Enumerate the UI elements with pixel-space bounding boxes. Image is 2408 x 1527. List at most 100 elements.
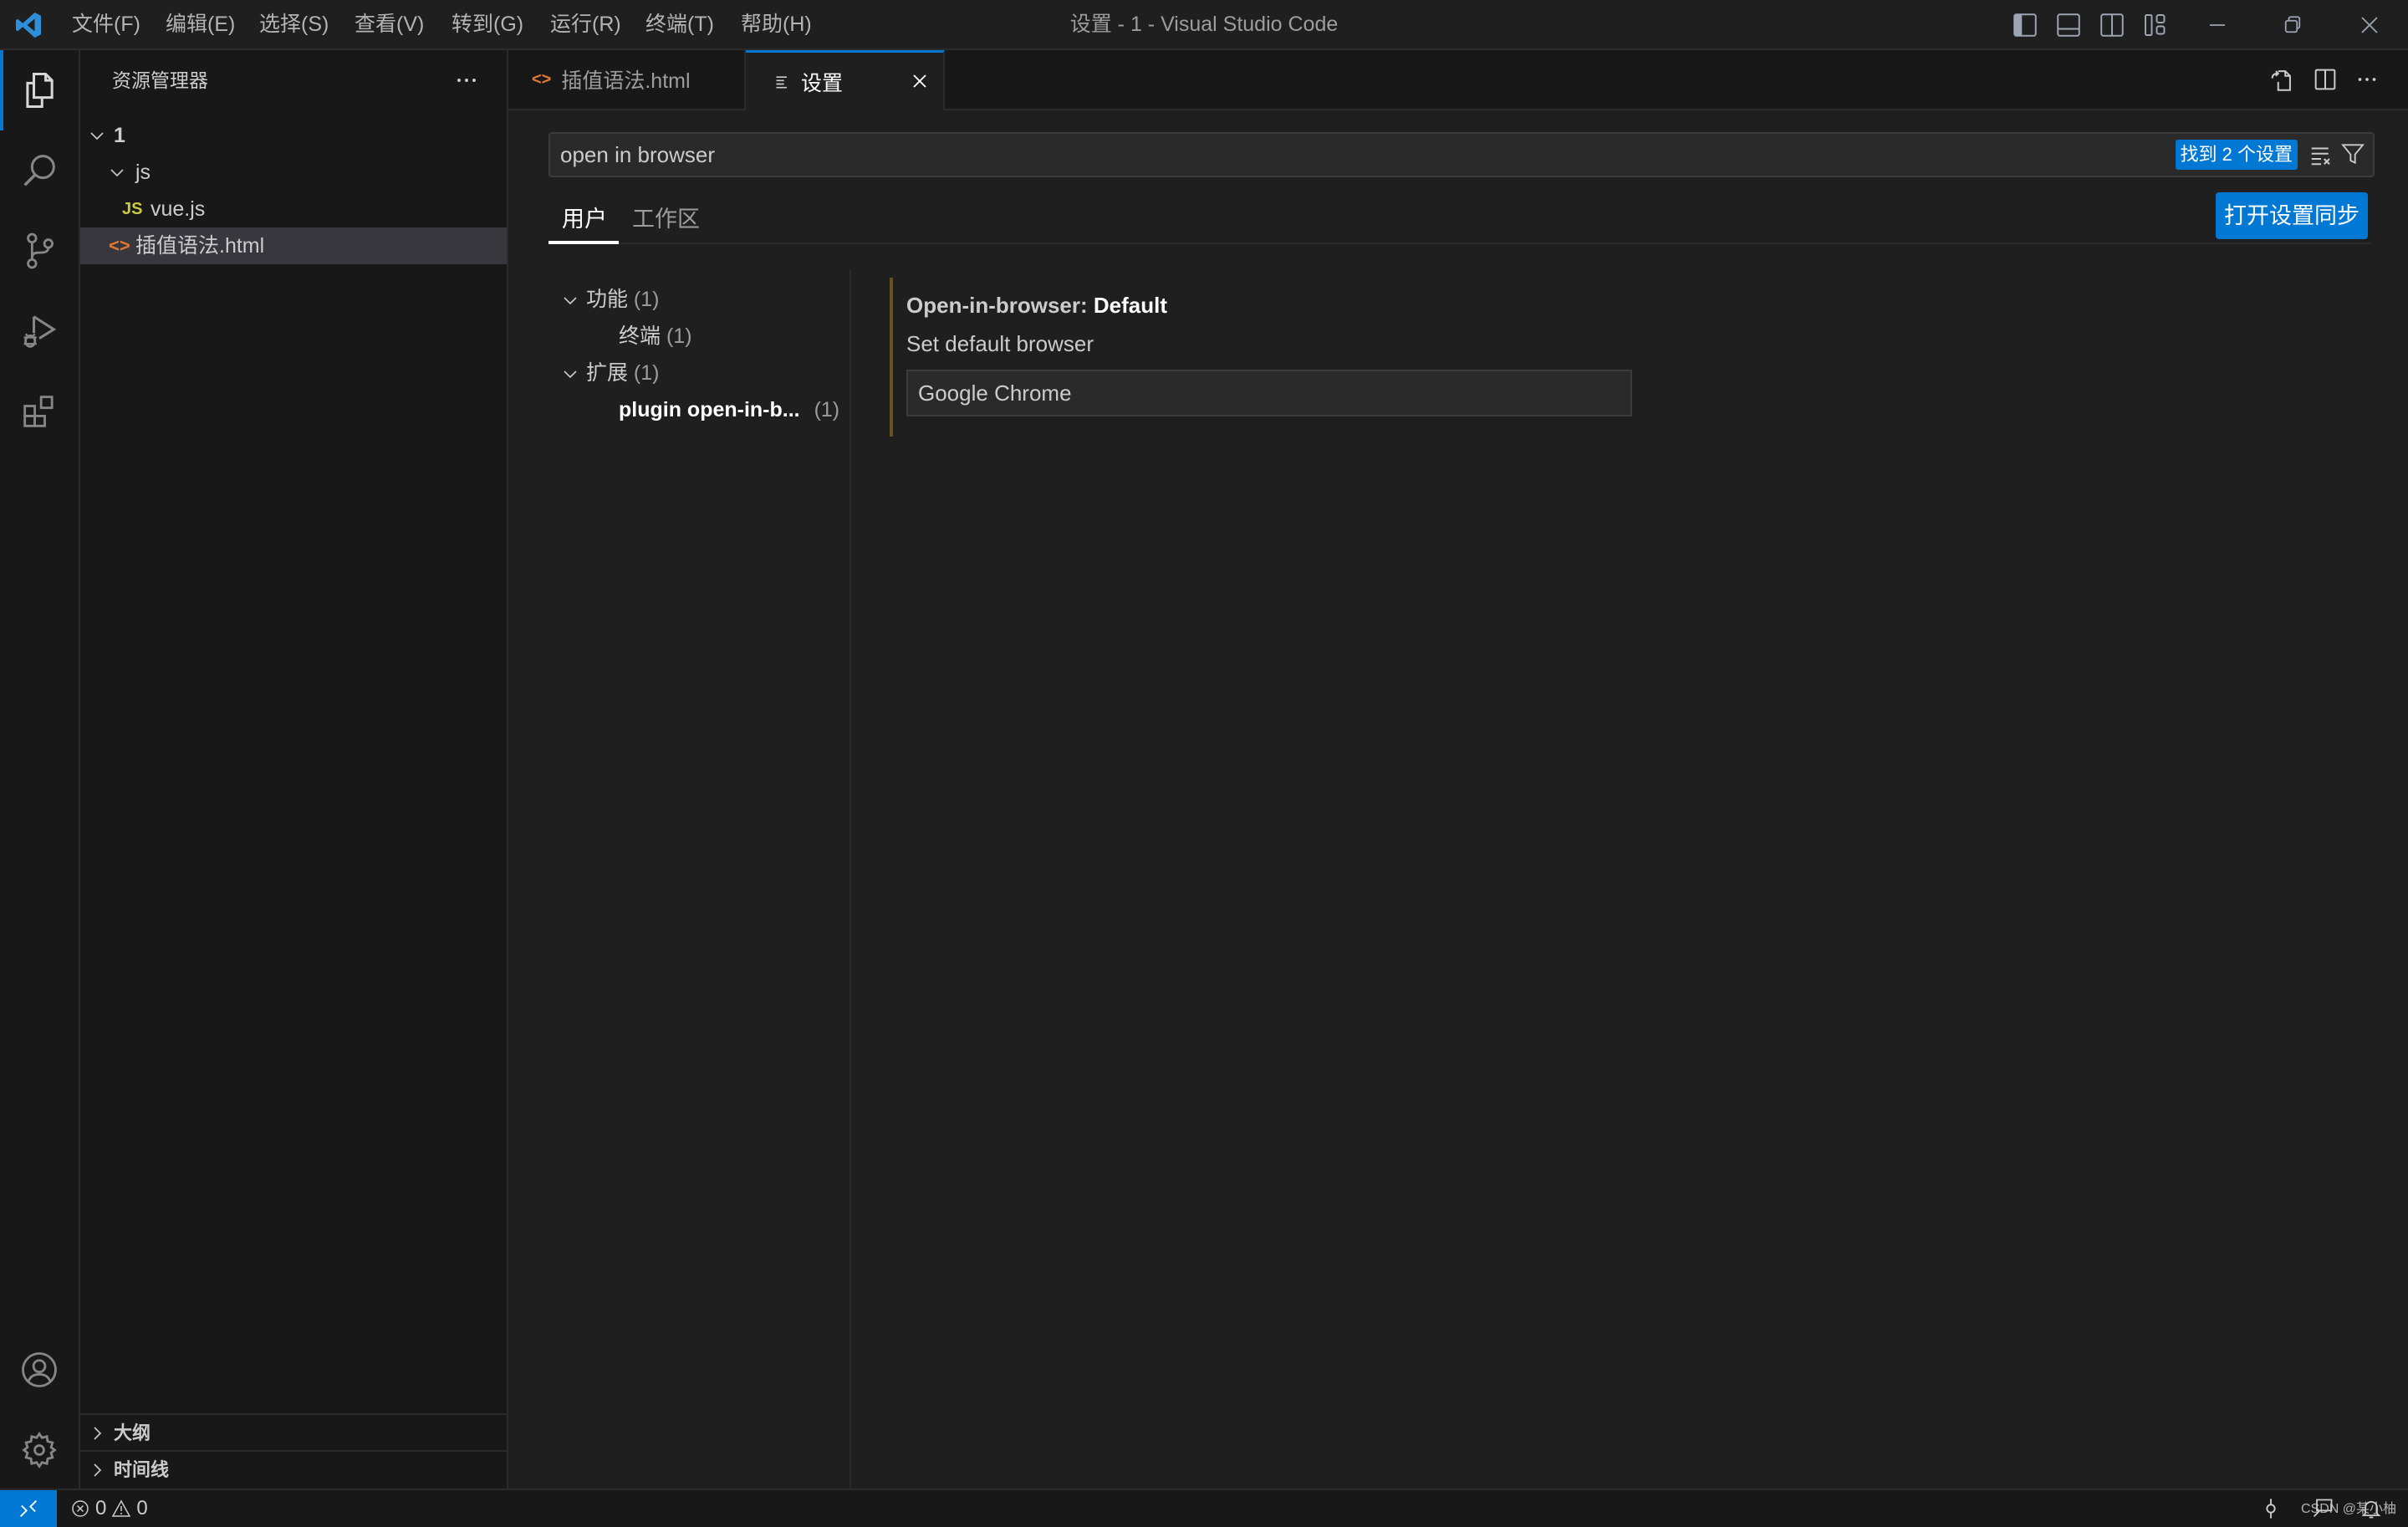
section-label: 时间线 <box>114 1459 170 1480</box>
run-debug-icon[interactable] <box>0 291 79 371</box>
settings-search-input[interactable] <box>560 134 1982 176</box>
menu-view[interactable]: 查看(V) <box>355 0 424 49</box>
git-commit-icon[interactable] <box>2259 1497 2283 1520</box>
results-count-badge: 找到 2 个设置 <box>2175 140 2298 170</box>
html-file-icon: <> <box>532 69 552 89</box>
section-timeline[interactable]: 时间线 <box>80 1450 507 1489</box>
menu-help[interactable]: 帮助(H) <box>741 0 812 49</box>
section-outline[interactable]: 大纲 <box>80 1413 507 1452</box>
manage-gear-icon[interactable] <box>0 1410 79 1490</box>
sidebar-title: 资源管理器 <box>112 69 208 91</box>
tree-item-label: js <box>135 161 151 184</box>
more-actions-icon[interactable] <box>2353 65 2381 94</box>
settings-editor: 找到 2 个设置 用户 工作区 打开设置同步 功能 (1) 终端 (1) 扩展 … <box>508 110 2408 1490</box>
scope-tab-user[interactable]: 用户 <box>562 194 607 244</box>
menu-selection[interactable]: 选择(S) <box>259 0 329 49</box>
close-window-icon[interactable] <box>2354 10 2385 40</box>
settings-list-icon <box>774 74 791 90</box>
tab-html-file[interactable]: <> 插值语法.html <box>508 50 746 109</box>
remote-icon <box>20 1500 37 1517</box>
menu-file[interactable]: 文件(F) <box>72 0 140 49</box>
tree-item-label: 插值语法.html <box>135 234 265 258</box>
problems-indicator[interactable]: 0 0 <box>70 1490 148 1527</box>
toggle-primary-sidebar-icon[interactable] <box>2010 10 2040 40</box>
extensions-icon[interactable] <box>0 371 79 452</box>
search-icon[interactable] <box>0 130 79 211</box>
toc-count: (1) <box>633 288 660 311</box>
minimize-icon[interactable] <box>2202 10 2232 40</box>
chevron-down-icon <box>560 290 580 310</box>
setting-description: Set default browser <box>906 331 1094 356</box>
chevron-down-icon <box>560 364 580 384</box>
toc-label: 扩展 <box>585 361 628 385</box>
chevron-right-icon <box>87 1423 107 1443</box>
js-file-icon: JS <box>122 200 143 218</box>
restore-icon[interactable] <box>2278 10 2308 40</box>
menu-edit[interactable]: 编辑(E) <box>166 0 235 49</box>
toc-item-extensions[interactable]: 扩展 (1) <box>548 355 659 391</box>
source-control-icon[interactable] <box>0 211 79 291</box>
filter-icon[interactable] <box>2339 140 2366 167</box>
toc-count: (1) <box>814 398 840 421</box>
open-settings-json-icon[interactable] <box>2268 65 2296 94</box>
vscode-logo-icon <box>13 10 43 40</box>
split-editor-icon[interactable] <box>2311 65 2339 94</box>
watermark-text: CSDN @某小柚 <box>2300 1502 2396 1516</box>
status-bar: 0 0 CSDN @某小柚 <box>0 1489 2408 1527</box>
chevron-down-icon <box>107 162 127 182</box>
explorer-sidebar: 资源管理器 1 js JS vue.js <> 插值语法.html 大纲 时间线 <box>80 50 508 1489</box>
section-label: 大纲 <box>114 1422 151 1443</box>
setting-category: Open-in-browser: <box>906 293 1094 318</box>
default-browser-input[interactable] <box>906 370 1632 416</box>
explorer-icon[interactable] <box>0 50 79 130</box>
toggle-panel-icon[interactable] <box>2053 10 2084 40</box>
settings-search-box: 找到 2 个设置 <box>548 132 2375 177</box>
toc-count: (1) <box>666 324 692 348</box>
warning-icon <box>112 1499 131 1517</box>
tree-item-label: vue.js <box>150 197 206 221</box>
menu-run[interactable]: 运行(R) <box>550 0 621 49</box>
tree-item-vue-js[interactable]: JS vue.js <box>80 191 507 227</box>
toc-item-features[interactable]: 功能 (1) <box>548 281 659 318</box>
scope-divider <box>548 243 2371 244</box>
clear-search-icon[interactable] <box>2308 142 2334 167</box>
html-file-icon: <> <box>109 235 130 256</box>
customize-layout-icon[interactable] <box>2140 10 2171 40</box>
scope-tab-workspace[interactable]: 工作区 <box>632 194 700 244</box>
more-actions-icon[interactable] <box>452 65 482 95</box>
warning-count: 0 <box>136 1497 148 1519</box>
menu-go[interactable]: 转到(G) <box>452 0 523 49</box>
title-bar: 文件(F) 编辑(E) 选择(S) 查看(V) 转到(G) 运行(R) 终端(T… <box>0 0 2408 50</box>
remote-indicator-button[interactable] <box>0 1490 57 1527</box>
tree-item-html-file[interactable]: <> 插值语法.html <box>80 227 507 264</box>
tab-label: 设置 <box>801 72 844 95</box>
modified-indicator <box>890 278 893 437</box>
tree-item-folder-js[interactable]: js <box>80 154 507 191</box>
tab-label: 插值语法.html <box>561 69 691 93</box>
tab-settings[interactable]: 设置 <box>746 50 945 111</box>
setting-title: Open-in-browser: Default <box>906 293 1167 319</box>
turn-on-settings-sync-button[interactable]: 打开设置同步 <box>2216 192 2368 239</box>
chevron-right-icon <box>87 1460 107 1480</box>
error-count: 0 <box>95 1497 107 1519</box>
toc-label: plugin open-in-b... <box>619 398 800 421</box>
active-scope-indicator <box>548 241 619 244</box>
tree-item-label: 1 <box>114 124 125 147</box>
tree-item-folder-1[interactable]: 1 <box>80 117 507 154</box>
chevron-down-icon <box>87 125 107 146</box>
toggle-secondary-sidebar-icon[interactable] <box>2097 10 2127 40</box>
error-icon <box>72 1500 89 1517</box>
settings-toc: 功能 (1) 终端 (1) 扩展 (1) plugin open-in-b...… <box>548 269 851 1490</box>
menu-terminal[interactable]: 终端(T) <box>645 0 714 49</box>
toc-label: 终端 <box>619 324 661 348</box>
close-tab-icon[interactable] <box>908 69 931 93</box>
activity-bar <box>0 50 80 1489</box>
toc-item-plugin-open-in-browser[interactable]: plugin open-in-b... (1) <box>619 391 839 428</box>
toc-count: (1) <box>633 361 660 385</box>
accounts-icon[interactable] <box>0 1330 79 1410</box>
setting-item-open-in-browser-default: Open-in-browser: Default Set default bro… <box>890 278 2144 437</box>
toc-item-terminal[interactable]: 终端 (1) <box>619 318 692 355</box>
setting-key: Default <box>1093 293 1168 318</box>
editor-tab-bar: <> 插值语法.html 设置 <box>508 50 2408 111</box>
toc-label: 功能 <box>585 288 628 311</box>
